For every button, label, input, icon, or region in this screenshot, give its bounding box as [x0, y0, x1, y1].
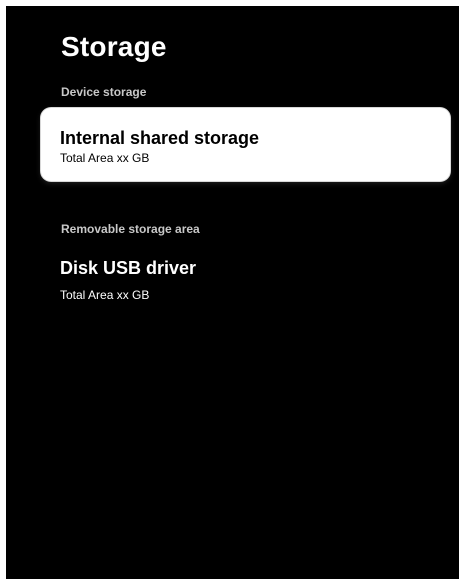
storage-item-disk-usb[interactable]: Disk USB driver Total Area xx GB — [41, 249, 450, 322]
section-header-device-storage: Device storage — [61, 85, 147, 99]
storage-item-total-area: Total Area xx GB — [60, 151, 150, 165]
section-header-removable-storage: Removable storage area — [61, 222, 200, 236]
page-title: Storage — [61, 31, 167, 62]
storage-item-title: Disk USB driver — [60, 258, 197, 278]
storage-item-total-area: Total Area xx GB — [60, 288, 150, 302]
storage-item-title: Internal shared storage — [60, 128, 260, 148]
storage-item-internal-shared[interactable]: Internal shared storage Total Area xx GB — [41, 108, 450, 181]
storage-screen: Storage Device storage Internal shared s… — [6, 6, 459, 579]
